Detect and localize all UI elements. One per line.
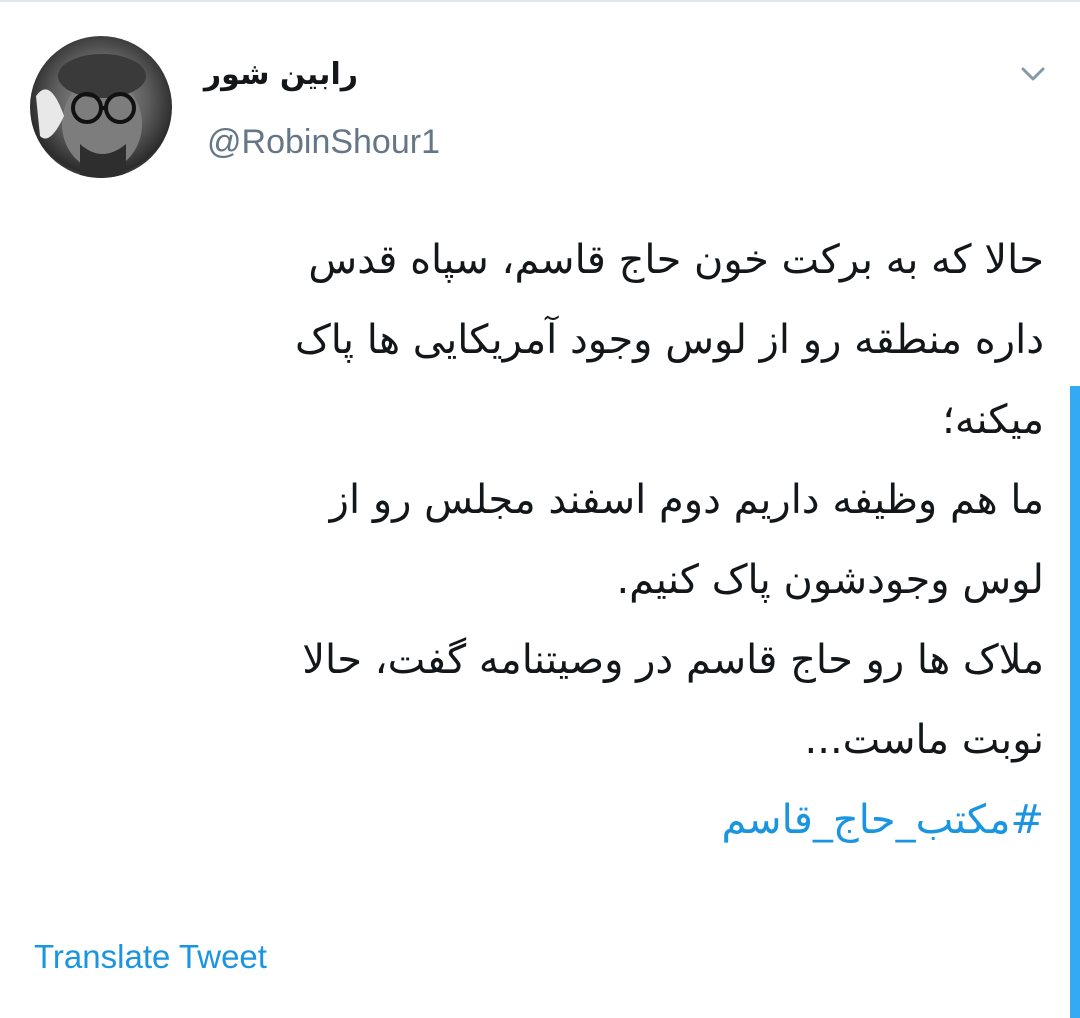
hashtag-link[interactable]: #مکتب_حاج_قاسم	[60, 780, 1044, 860]
tweet-text-line: ما هم وظیفه داریم دوم اسفند مجلس رو از	[329, 477, 1044, 523]
tweet-text: حالا که به برکت خون حاج قاسم، سپاه قدس د…	[60, 220, 1044, 860]
tweet-text-line: داره منطقه رو از لوس وجود آمریکایی ها پا…	[294, 317, 1044, 363]
tweet-text-line: نوبت ماست...	[804, 717, 1044, 763]
tweet-text-line: میکنه؛	[942, 397, 1044, 443]
translate-tweet-link[interactable]: Translate Tweet	[34, 938, 267, 976]
tweet-text-line: حالا که به برکت خون حاج قاسم، سپاه قدس	[308, 237, 1044, 283]
chevron-down-icon[interactable]	[1018, 62, 1048, 86]
tweet-text-line: لوس وجودشون پاک کنیم.	[616, 557, 1044, 603]
author-handle[interactable]: @RobinShour1	[207, 123, 440, 162]
author-avatar[interactable]	[30, 36, 172, 178]
tweet-text-line: ملاک ها رو حاج قاسم در وصیتنامه گفت، حال…	[302, 637, 1044, 683]
author-display-name[interactable]: رابین شور	[204, 57, 358, 92]
portrait-avatar-icon	[36, 54, 146, 178]
top-divider	[0, 0, 1080, 2]
scrollbar[interactable]	[1070, 386, 1080, 1018]
